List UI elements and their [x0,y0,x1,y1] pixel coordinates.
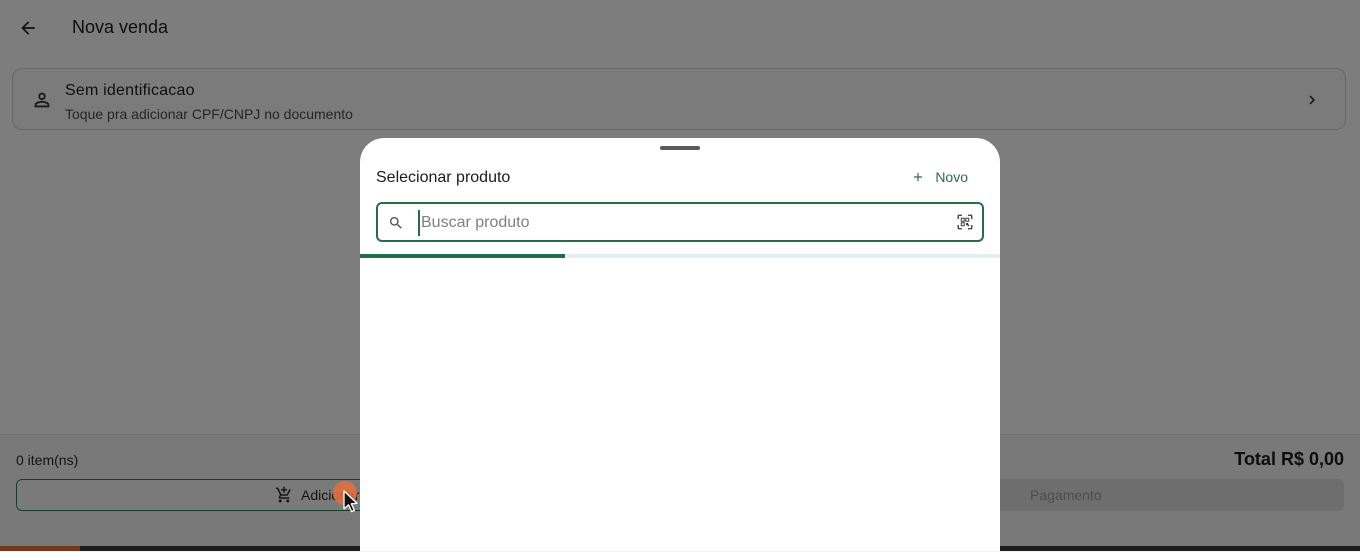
product-search-input[interactable] [418,210,943,236]
barcode-scan-icon[interactable] [956,213,974,231]
sheet-title: Selecionar produto [376,169,511,186]
product-search-field[interactable] [376,202,984,242]
search-icon [390,217,402,229]
select-product-sheet: Selecionar produto Novo [360,138,1000,551]
mouse-cursor-icon [343,490,358,513]
drag-handle[interactable] [660,146,700,150]
new-product-label: Novo [935,169,968,185]
plus-icon [914,172,923,182]
new-product-button[interactable]: Novo [911,169,968,185]
product-list [360,258,1000,551]
